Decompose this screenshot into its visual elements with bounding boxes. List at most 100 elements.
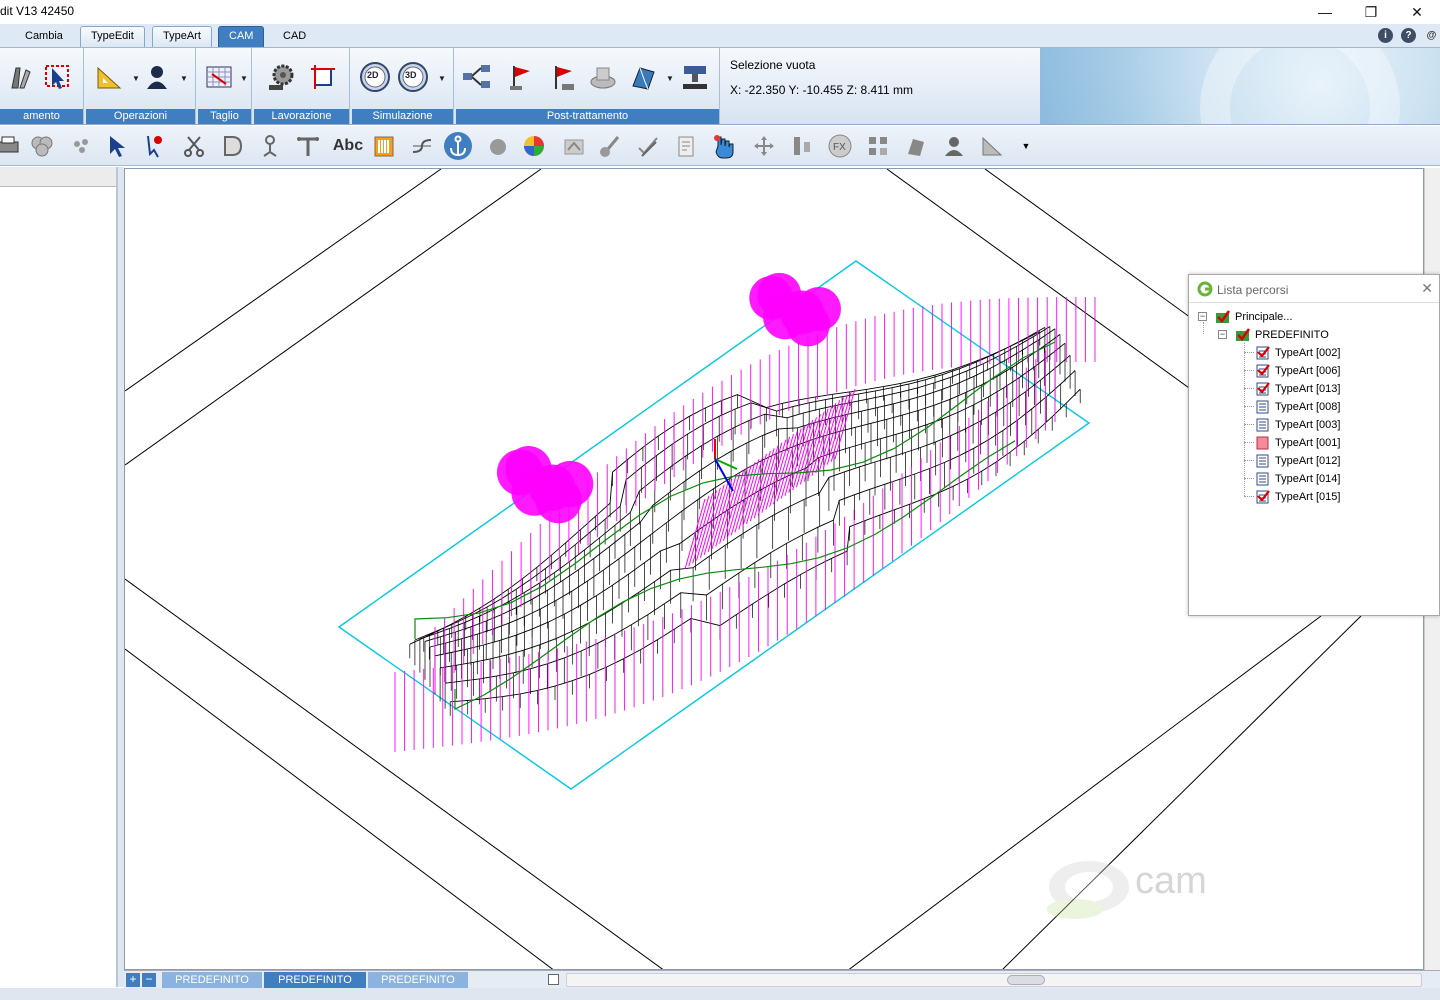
network-icon[interactable] xyxy=(460,60,494,94)
align-icon[interactable] xyxy=(788,132,816,160)
group-riposizionamento: amento xyxy=(0,48,84,124)
sphere-icon[interactable] xyxy=(484,132,512,160)
select-region-icon[interactable] xyxy=(40,60,74,94)
checked-doc-icon xyxy=(1256,363,1270,377)
print-icon[interactable] xyxy=(0,132,22,160)
machine-icon[interactable] xyxy=(678,60,712,94)
selection-status: Selezione vuota xyxy=(730,58,816,72)
close-button[interactable]: ✕ xyxy=(1394,0,1440,24)
scissors-icon[interactable] xyxy=(180,132,208,160)
ribbon: amento ▼ ▼ Operazioni ▼ Taglio Lavorazio… xyxy=(0,48,1440,125)
help-icon[interactable]: ? xyxy=(1401,28,1416,43)
tree-item-label: TypeArt [003] xyxy=(1275,418,1341,431)
set-square-icon[interactable] xyxy=(92,60,126,94)
tree-item[interactable]: TypeArt [003] xyxy=(1255,416,1340,433)
letter-d-icon[interactable] xyxy=(218,132,246,160)
barcode-icon[interactable] xyxy=(370,132,398,160)
info-icon[interactable]: i xyxy=(1378,28,1393,43)
chevron-down-icon[interactable]: ▼ xyxy=(666,74,674,83)
check-pen-icon[interactable] xyxy=(634,132,662,160)
title-bar: dit V13 42450 — ❐ ✕ xyxy=(0,0,1440,24)
scroll-thumb[interactable] xyxy=(1007,975,1045,985)
text-tool[interactable]: Abc xyxy=(330,132,366,160)
tree-root[interactable]: Principale... xyxy=(1215,308,1292,325)
add-layer-button[interactable]: + xyxy=(126,973,140,987)
dots-icon[interactable] xyxy=(68,132,96,160)
mesh-section xyxy=(1039,326,1081,404)
collapse-toggle-icon[interactable]: − xyxy=(1198,312,1207,321)
clamp-icon[interactable] xyxy=(586,60,620,94)
grid-icon[interactable] xyxy=(864,132,892,160)
node-edit-icon[interactable] xyxy=(142,132,170,160)
document-icon[interactable] xyxy=(672,132,700,160)
layer-tab[interactable]: PREDEFINITO xyxy=(368,972,468,988)
chevron-down-icon[interactable]: ▼ xyxy=(438,74,446,83)
tree-item[interactable]: TypeArt [008] xyxy=(1255,398,1340,415)
checked-doc-icon xyxy=(1256,489,1270,503)
flag-end-icon[interactable] xyxy=(546,60,580,94)
remove-layer-button[interactable]: − xyxy=(142,973,156,987)
color-wheel-icon[interactable] xyxy=(520,132,548,160)
person-icon[interactable] xyxy=(940,132,968,160)
stock-boundary xyxy=(337,260,1091,790)
layer-tab-active[interactable]: PREDEFINITO xyxy=(264,972,366,988)
tree-item[interactable]: TypeArt [013] xyxy=(1255,380,1340,397)
brush-icon[interactable] xyxy=(596,132,624,160)
tree-item[interactable]: TypeArt [006] xyxy=(1255,362,1340,379)
tree-item[interactable]: TypeArt [015] xyxy=(1255,488,1340,505)
collapse-toggle-icon[interactable]: − xyxy=(1218,330,1227,339)
layer-checkbox[interactable] xyxy=(548,974,559,985)
doc-icon xyxy=(1256,454,1269,467)
triangle-ruler-icon[interactable] xyxy=(978,132,1006,160)
cluster-icon[interactable] xyxy=(28,132,56,160)
horizontal-scrollbar[interactable] xyxy=(566,973,1422,987)
mesh-section xyxy=(642,447,753,618)
mesh-section xyxy=(952,368,1011,467)
anchor-icon[interactable] xyxy=(444,132,472,160)
at-icon[interactable]: @ xyxy=(1424,28,1439,43)
curve-icon[interactable] xyxy=(408,132,436,160)
mesh-section xyxy=(612,472,721,640)
tree-connector xyxy=(1244,370,1254,371)
tree-item[interactable]: TypeArt [014] xyxy=(1255,470,1340,487)
tab-typeart[interactable]: TypeArt xyxy=(152,26,212,47)
left-panel-header xyxy=(0,167,116,187)
layer-tabs-bar: + − PREDEFINITO PREDEFINITO PREDEFINITO xyxy=(124,970,1440,988)
tab-cam[interactable]: CAM xyxy=(218,26,265,47)
chevron-down-icon[interactable]: ▼ xyxy=(132,74,140,83)
tree-connector xyxy=(1244,343,1245,496)
tree-item[interactable]: TypeArt [001] xyxy=(1255,434,1340,451)
tree-item-label: TypeArt [012] xyxy=(1275,454,1341,467)
group-operazioni: ▼ ▼ Operazioni xyxy=(86,48,196,124)
sim-3d-label: 3D xyxy=(405,70,417,80)
move-icon[interactable] xyxy=(750,132,778,160)
chevron-down-icon[interactable]: ▼ xyxy=(180,74,188,83)
cut-grid-icon[interactable] xyxy=(202,60,236,94)
milling-gear-icon[interactable] xyxy=(264,60,298,94)
maximize-button[interactable]: ❐ xyxy=(1348,0,1394,24)
workpiece-icon[interactable] xyxy=(306,60,340,94)
tab-cambia[interactable]: Cambia xyxy=(14,26,74,47)
shape-icon[interactable] xyxy=(902,132,930,160)
figure-icon[interactable] xyxy=(256,132,284,160)
panel-close-icon[interactable]: ✕ xyxy=(1421,280,1433,297)
overflow-chevron-icon[interactable]: ▼ xyxy=(1012,132,1040,160)
tab-typeedit[interactable]: TypeEdit xyxy=(80,26,145,47)
touch-hand-icon[interactable] xyxy=(710,132,738,160)
text-frame-icon[interactable] xyxy=(294,132,322,160)
fx-icon[interactable]: FX xyxy=(826,132,854,160)
emboss-icon[interactable] xyxy=(560,132,588,160)
profile-icon[interactable] xyxy=(140,60,174,94)
tool-pen-icon[interactable] xyxy=(4,60,38,94)
tree-item[interactable]: TypeArt [012] xyxy=(1255,452,1340,469)
tree-item[interactable]: TypeArt [002] xyxy=(1255,344,1340,361)
shape-3d-icon[interactable] xyxy=(626,60,660,94)
pointer-icon[interactable] xyxy=(104,132,132,160)
tab-cad[interactable]: CAD xyxy=(272,26,317,47)
minimize-button[interactable]: — xyxy=(1302,0,1348,24)
chevron-down-icon[interactable]: ▼ xyxy=(240,74,248,83)
flag-start-icon[interactable] xyxy=(504,60,538,94)
tree-group[interactable]: PREDEFINITO xyxy=(1235,326,1329,343)
layer-tab[interactable]: PREDEFINITO xyxy=(162,972,262,988)
tree-connector xyxy=(1203,322,1204,334)
